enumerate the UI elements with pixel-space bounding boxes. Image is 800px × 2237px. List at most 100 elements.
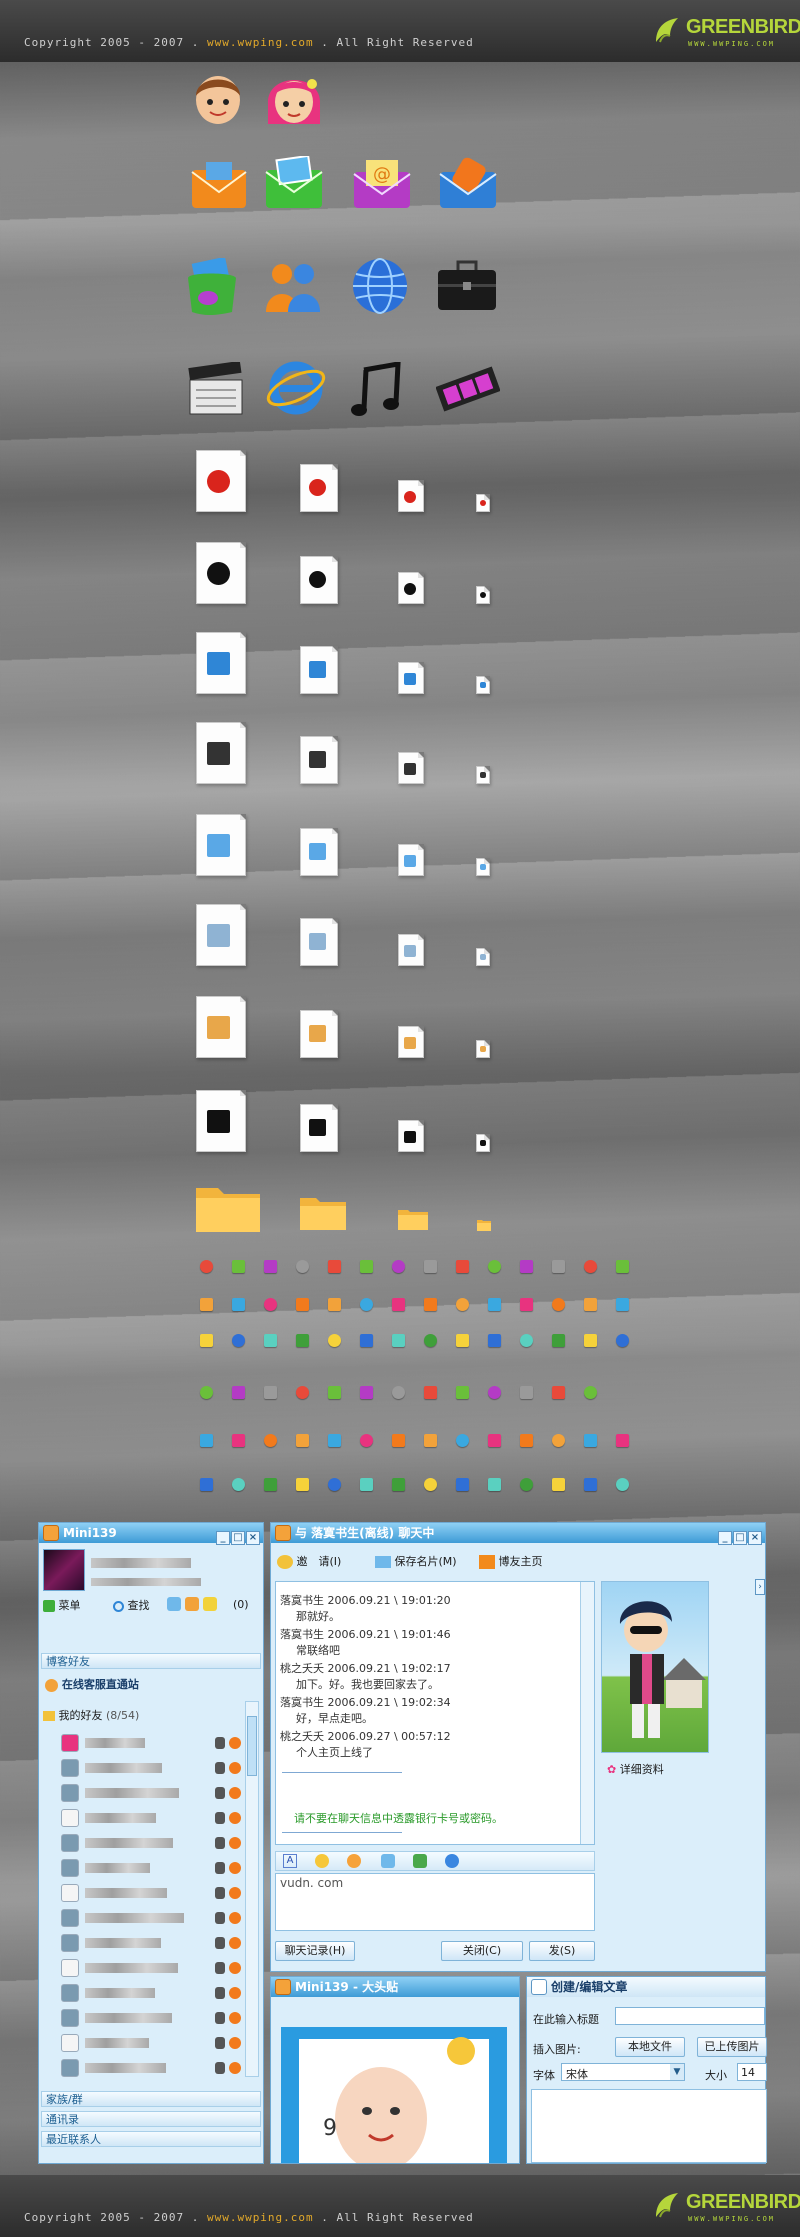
friend-list-item[interactable] [61, 1883, 241, 1903]
small-app-icon [328, 1434, 341, 1447]
find-button[interactable]: 查找 [113, 1597, 150, 1613]
text-file-icon [398, 934, 424, 966]
emoticon-2-icon[interactable] [347, 1854, 361, 1868]
camera-icon [215, 2037, 225, 2049]
message-icon[interactable] [203, 1597, 217, 1611]
flash-file-icon [300, 464, 338, 512]
invite-button[interactable]: 邀 请(I) [277, 1553, 341, 1569]
friend-list-item[interactable] [61, 1733, 241, 1753]
friend-list-item[interactable] [61, 2008, 241, 2028]
blue-mail-icon [439, 157, 497, 208]
status-icon [229, 1762, 241, 1774]
text-file-icon [300, 918, 338, 966]
friend-avatar [61, 1734, 79, 1752]
edit-article-titlebar[interactable]: 创建/编辑文章 [527, 1977, 765, 1997]
uploaded-image-button[interactable]: 已上传图片 [697, 2037, 767, 2057]
minimize-button[interactable]: _ [216, 1531, 230, 1545]
side-arrow-button[interactable]: › [755, 1579, 765, 1595]
friend-list-item[interactable] [61, 1758, 241, 1778]
web-icon[interactable] [445, 1854, 459, 1868]
send-button[interactable]: 发(S) [529, 1941, 595, 1961]
chat-input[interactable]: vudn. com [275, 1873, 595, 1931]
chat-close-button[interactable]: × [748, 1531, 762, 1545]
friend-name [85, 1913, 184, 1923]
chat-message-body: 加下。好。我也要回家去了。 [296, 1678, 439, 1691]
maximize-button[interactable]: □ [231, 1531, 245, 1545]
size-input[interactable]: 14 [737, 2063, 767, 2081]
article-title-input[interactable] [615, 2007, 765, 2025]
profile-photo[interactable] [43, 1549, 85, 1591]
close-chat-button[interactable]: 关闭(C) [441, 1941, 523, 1961]
group-recent-contacts[interactable]: 最近联系人 [41, 2131, 261, 2147]
video-file-icon [300, 736, 338, 784]
close-button[interactable]: × [246, 1531, 260, 1545]
invite-icon [277, 1555, 293, 1569]
save-card-button[interactable]: 保存名片(M) [375, 1553, 457, 1569]
friend-list-item[interactable] [61, 2033, 241, 2053]
group-family[interactable]: 家族/群 [41, 2091, 261, 2107]
camera-icon [215, 1962, 225, 1974]
small-app-icon [488, 1334, 501, 1347]
friend-list-item[interactable] [61, 1958, 241, 1978]
windows-file-icon [300, 646, 338, 694]
chat-history-button[interactable]: 聊天记录(H) [275, 1941, 355, 1961]
friend-avatar [61, 1834, 79, 1852]
small-app-icon [200, 1434, 213, 1447]
group-blog-friends[interactable]: 博客好友 [41, 1653, 261, 1669]
bell-icon[interactable] [185, 1597, 199, 1611]
group-contacts[interactable]: 通讯录 [41, 2111, 261, 2127]
camera-icon [215, 1987, 225, 1999]
friend-list-item[interactable] [61, 1933, 241, 1953]
edit-app-icon [531, 1979, 547, 1995]
small-app-icon [456, 1298, 469, 1311]
briefcase-icon [438, 260, 496, 310]
chat-history-pane[interactable]: 落寞书生 2006.09.21 \ 19:01:20 那就好。 落寞书生 2006.… [275, 1581, 595, 1845]
friend-list-item[interactable] [61, 1858, 241, 1878]
article-body-editor[interactable] [531, 2089, 767, 2163]
media-file-icon [398, 572, 424, 604]
buddy-show-image [601, 1581, 709, 1753]
image-icon[interactable] [413, 1854, 427, 1868]
friend-list-item[interactable] [61, 1808, 241, 1828]
chat-message-body: 常联络吧 [296, 1644, 340, 1657]
folder-icon-medium [300, 1198, 346, 1230]
mini139-titlebar[interactable]: Mini139 _ □ × [39, 1523, 263, 1545]
screenshot-icon[interactable] [381, 1854, 395, 1868]
small-app-icon [392, 1434, 405, 1447]
friend-name [85, 1988, 155, 1998]
avatar-window: Mini139 - 大头贴 9 [270, 1976, 520, 2171]
small-app-icon [584, 1386, 597, 1399]
chat-titlebar[interactable]: 与 落寞书生(离线) 聊天中 _ □ × [271, 1523, 765, 1545]
friend-avatar [61, 2034, 79, 2052]
friend-list-item[interactable] [61, 1908, 241, 1928]
friend-list-item[interactable] [61, 1983, 241, 2003]
chat-maximize-button[interactable]: □ [733, 1531, 747, 1545]
clapperboard-icon [188, 362, 243, 415]
chat-minimize-button[interactable]: _ [718, 1531, 732, 1545]
folder-icon-small [398, 1210, 428, 1230]
blog-icon[interactable] [167, 1597, 181, 1611]
local-file-button[interactable]: 本地文件 [615, 2037, 685, 2057]
greenbird-logo-bottom: GREENBIRD WWW.WWPING.COM [652, 2187, 800, 2227]
small-app-icon [200, 1260, 213, 1273]
online-service-link[interactable]: 在线客服直通站 [45, 1676, 139, 1692]
friend-list-item[interactable] [61, 2058, 241, 2078]
avatar-titlebar[interactable]: Mini139 - 大头贴 [271, 1977, 519, 1997]
small-app-icon [392, 1386, 405, 1399]
friend-list-item[interactable] [61, 1833, 241, 1853]
media-file-icon [196, 542, 246, 604]
small-app-icon [200, 1478, 213, 1491]
friend-avatar [61, 1784, 79, 1802]
small-app-icon [232, 1434, 245, 1447]
font-select[interactable]: 宋体 ▼ [561, 2063, 685, 2081]
friend-list-scrollbar[interactable] [245, 1701, 259, 2077]
blog-home-button[interactable]: 博友主页 [479, 1553, 543, 1569]
emoticon-icon[interactable] [315, 1854, 329, 1868]
menu-button[interactable]: 菜单 [43, 1597, 81, 1613]
small-app-icon [296, 1386, 309, 1399]
friend-list-item[interactable] [61, 1783, 241, 1803]
chat-scrollbar[interactable] [580, 1582, 594, 1844]
group-my-friends[interactable]: 我的好友 (8/54) [43, 1707, 139, 1723]
font-format-button[interactable]: A [283, 1854, 297, 1868]
profile-details-link[interactable]: ✿ 详细资料 [607, 1761, 664, 1777]
